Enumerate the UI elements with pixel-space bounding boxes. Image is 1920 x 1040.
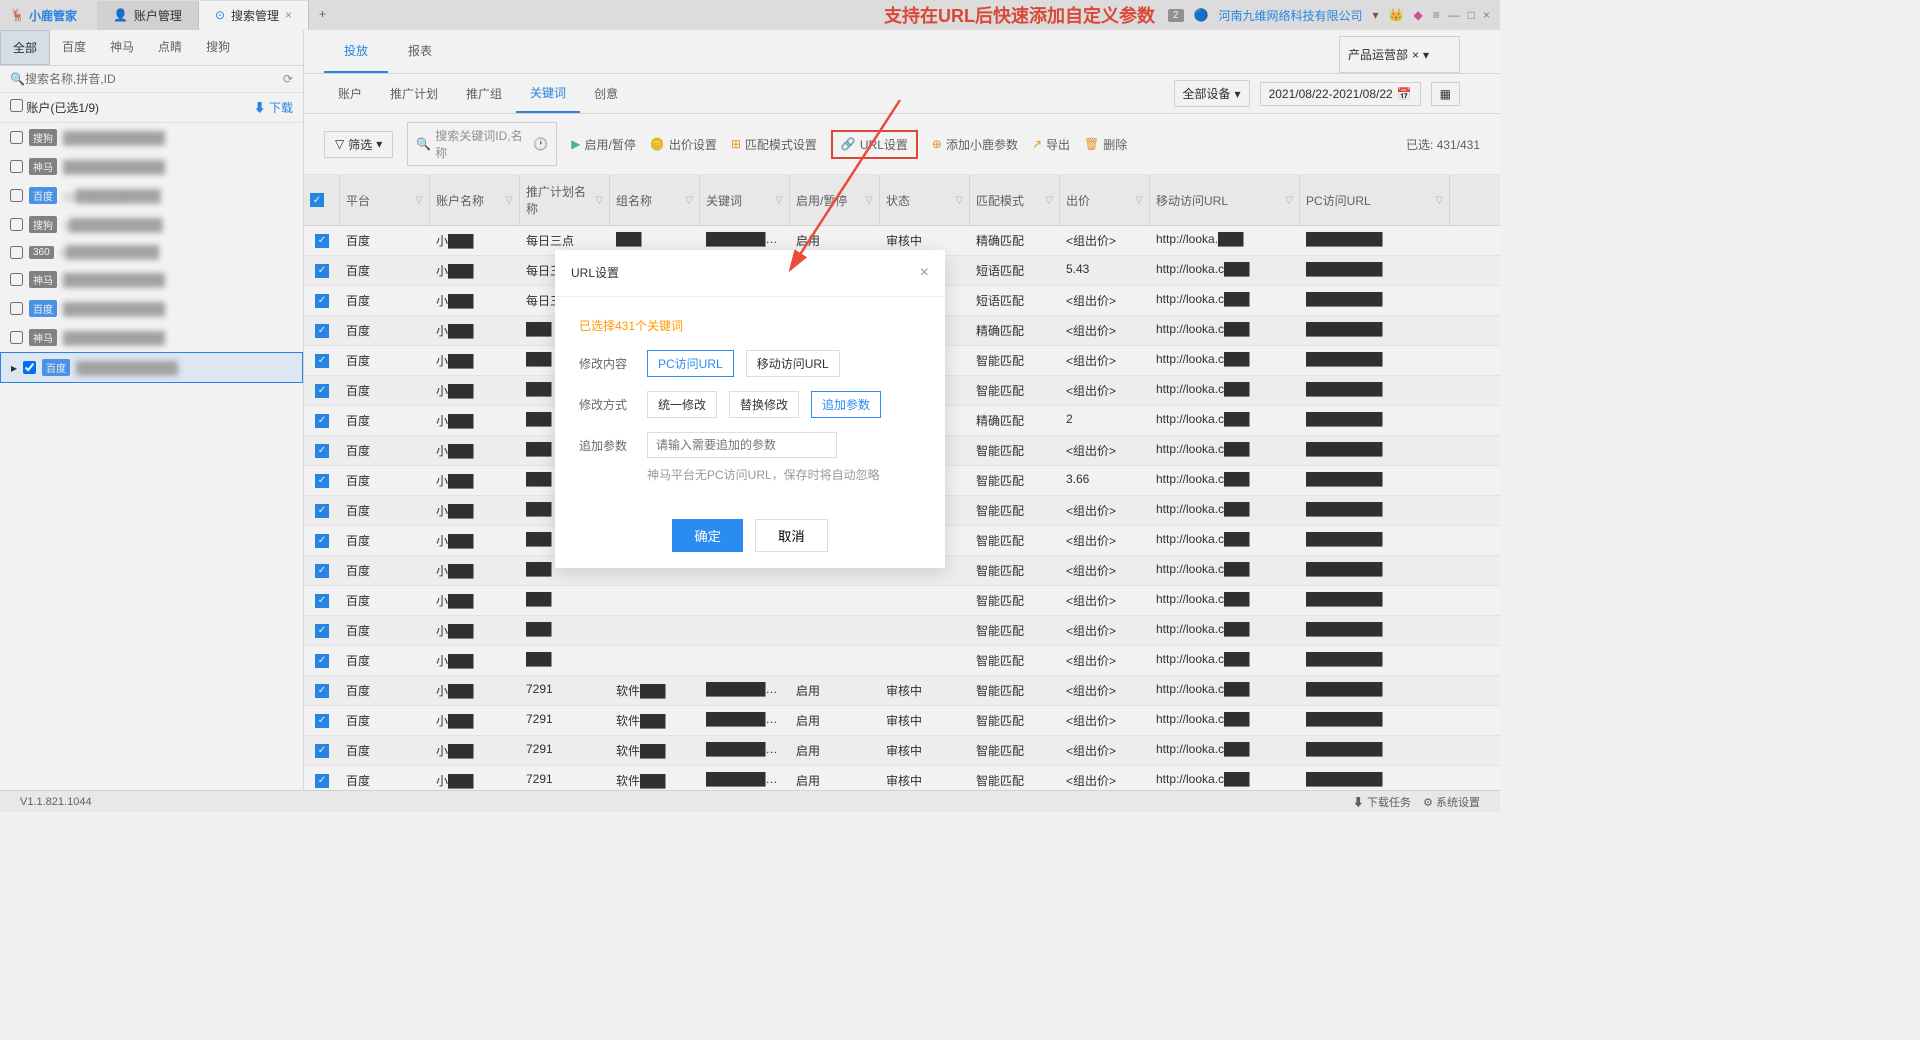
modal-overlay: URL设置 × 已选择431个关键词 修改内容 PC访问URL 移动访问URL … [0, 0, 1500, 812]
ok-button[interactable]: 确定 [672, 519, 743, 552]
append-param-option[interactable]: 追加参数 [811, 391, 881, 418]
replace-modify-option[interactable]: 替换修改 [729, 391, 799, 418]
unified-modify-option[interactable]: 统一修改 [647, 391, 717, 418]
method-label: 修改方式 [579, 396, 635, 413]
url-settings-dialog: URL设置 × 已选择431个关键词 修改内容 PC访问URL 移动访问URL … [555, 250, 945, 568]
param-label: 追加参数 [579, 437, 635, 454]
shenma-note: 神马平台无PC访问URL，保存时将自动忽略 [647, 466, 921, 483]
selection-hint: 已选择431个关键词 [579, 317, 921, 334]
content-label: 修改内容 [579, 355, 635, 372]
param-input[interactable] [647, 432, 837, 458]
mobile-url-option[interactable]: 移动访问URL [746, 350, 840, 377]
dialog-title: URL设置 [571, 264, 619, 282]
pc-url-option[interactable]: PC访问URL [647, 350, 734, 377]
cancel-button[interactable]: 取消 [755, 519, 828, 552]
close-icon[interactable]: × [920, 264, 929, 282]
